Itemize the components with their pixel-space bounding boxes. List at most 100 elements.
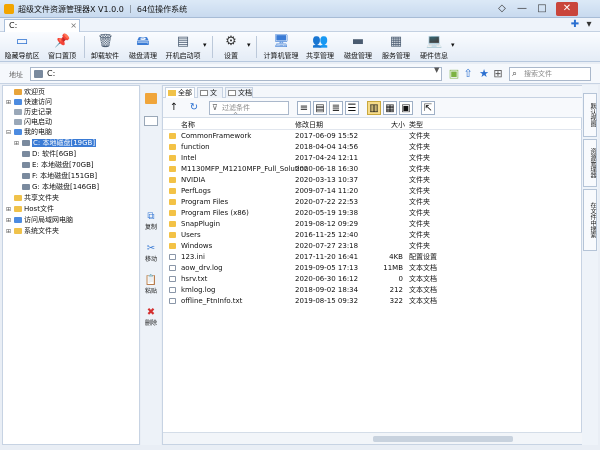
column-date[interactable]: 修改日期 — [295, 120, 323, 130]
tree-item-system-folders[interactable]: ⊞ 系统文件夹 — [6, 227, 59, 236]
file-row[interactable]: M1130MFP_M1210MFP_Full_Solution 2020-06-1… — [163, 164, 583, 175]
refresh-icon[interactable]: ↻ — [187, 101, 201, 115]
settings-button[interactable]: ⚙ 设置 — [216, 32, 246, 62]
startup-dropdown-icon[interactable]: ▾ — [203, 41, 207, 49]
up-arrow-icon[interactable]: ↑ — [167, 101, 181, 115]
settings-dropdown-icon[interactable]: ▾ — [247, 41, 251, 49]
file-row[interactable]: Program Files (x86) 2020-05-19 19:38 文件夹 — [163, 208, 583, 219]
file-type: 文件夹 — [409, 165, 430, 173]
minimize-button[interactable]: — — [514, 2, 530, 16]
tree-item-drive-d[interactable]: D: 软件[6GB] — [22, 150, 76, 159]
tree-item-quick-launch[interactable]: 闪电启动 — [6, 118, 52, 127]
horizontal-scrollbar[interactable] — [163, 432, 583, 444]
tree-item-my-computer[interactable]: ⊟ 我的电脑 — [6, 128, 52, 137]
startup-items-button[interactable]: ▤ 开机启动项 — [164, 32, 202, 62]
file-row[interactable]: aow_drv.log 2019-09-05 17:13 11MB 文本文档 — [163, 263, 583, 274]
tools-icon[interactable]: ⊞ — [492, 67, 504, 80]
file-row[interactable]: 123.ini 2017-11-20 16:41 4KB 配置设置 — [163, 252, 583, 263]
computer-management-button[interactable]: 🖥 计算机管理 — [262, 32, 300, 62]
disk-cleanup-icon: 🖴 — [136, 34, 150, 49]
move-button[interactable]: ✂ 移动 — [142, 243, 160, 263]
file-row[interactable]: Windows 2020-07-27 23:18 文件夹 — [163, 241, 583, 252]
filter-input[interactable]: ⊽ 过滤条件 — [209, 101, 289, 115]
search-input[interactable]: ⌕ 搜索文件 — [509, 67, 591, 81]
tree-item-lan-computers[interactable]: ⊞ 访问局域网电脑 — [6, 216, 73, 225]
tab-menu-icon[interactable]: ▾ — [584, 19, 594, 30]
drive-icon — [34, 70, 43, 78]
pin-address-icon[interactable]: ⇧ — [462, 67, 474, 80]
list-view-icon[interactable]: ☰ — [345, 101, 359, 115]
tree-item-shared-folders[interactable]: 共享文件夹 — [14, 194, 59, 203]
uninstall-button[interactable]: 🗑 卸载软件 — [88, 32, 122, 62]
file-row[interactable]: PerfLogs 2009-07-14 11:20 文件夹 — [163, 186, 583, 197]
folder-view-icon[interactable] — [145, 93, 157, 104]
address-dropdown-icon[interactable]: ▼ — [434, 66, 439, 74]
tree-item-host-file[interactable]: ⊞ Host文件 — [6, 205, 54, 214]
tab-close-icon[interactable]: × — [70, 20, 77, 32]
tree-item-drive-f[interactable]: F: 本地磁盘[151GB] — [22, 172, 97, 181]
side-tab-search-in-files[interactable]: 在文件中搜索 — [583, 189, 597, 251]
tab-all[interactable]: 全部 — [165, 87, 195, 98]
close-button[interactable]: ✕ — [556, 2, 578, 16]
tree-item-history[interactable]: 历史记录 — [6, 108, 52, 117]
file-row[interactable]: function 2018-04-04 14:56 文件夹 — [163, 142, 583, 153]
disk-management-button[interactable]: ▬ 磁盘管理 — [342, 32, 374, 62]
file-type-tabs: 全部 文件 文档 — [163, 86, 583, 107]
file-type: 文件夹 — [409, 132, 430, 140]
quick-access-icon — [14, 99, 22, 105]
pin-window-icon[interactable]: ◇ — [494, 2, 510, 16]
file-toolbar: ↑ ↻ ⊽ 过滤条件 ≡ ▤ ≣ ☰ ▥ ▦ ▣ ⇱ — [163, 98, 583, 118]
computer-icon — [14, 129, 22, 135]
share-management-button[interactable]: 👥 共享管理 — [304, 32, 336, 62]
add-tab-icon[interactable]: ✚ — [570, 19, 580, 30]
align-left-icon[interactable]: ≡ — [297, 101, 311, 115]
file-row[interactable]: hsrv.txt 2020-06-30 16:12 0 文本文档 — [163, 274, 583, 285]
scrollbar-thumb[interactable] — [373, 436, 513, 442]
cut-icon: ✂ — [146, 243, 156, 254]
align-center-icon[interactable]: ▤ — [313, 101, 327, 115]
open-external-icon[interactable]: ⇱ — [421, 101, 435, 115]
hide-nav-button[interactable]: ▭ 隐藏导航区 — [4, 32, 40, 62]
tree-item-welcome[interactable]: 欢迎页 — [6, 88, 45, 97]
new-folder-icon[interactable]: ▣ — [448, 67, 460, 80]
file-name: Intel — [181, 154, 197, 162]
side-tab-default-view[interactable]: 默认视图 — [583, 93, 597, 137]
preview-toggle-icon[interactable] — [144, 116, 158, 126]
hardware-info-button[interactable]: 💻 硬件信息 — [418, 32, 450, 62]
copy-button[interactable]: ⧉ 复制 — [142, 211, 160, 231]
address-input[interactable]: C: — [30, 67, 442, 81]
paste-button[interactable]: 📋 粘贴 — [142, 275, 160, 295]
tiles-view-icon[interactable]: ▦ — [383, 101, 397, 115]
file-row[interactable]: CommonFramework 2017-06-09 15:52 文件夹 — [163, 131, 583, 142]
column-size[interactable]: 大小 — [391, 120, 405, 130]
file-row[interactable]: NVIDIA 2020-03-13 10:37 文件夹 — [163, 175, 583, 186]
tab-documents[interactable]: 文档 — [225, 87, 253, 98]
column-name[interactable]: 名称 — [181, 120, 195, 130]
favorite-star-icon[interactable]: ★ — [478, 67, 490, 80]
delete-button[interactable]: ✖ 删除 — [142, 307, 160, 327]
column-type[interactable]: 类型 — [409, 120, 423, 130]
tab-files[interactable]: 文件 — [197, 87, 223, 107]
tree-item-drive-g[interactable]: G: 本地磁盘[146GB] — [22, 183, 99, 192]
disk-cleanup-button[interactable]: 🖴 磁盘清理 — [126, 32, 160, 62]
maximize-button[interactable]: □ — [534, 2, 550, 16]
file-name: function — [181, 143, 210, 151]
details-view-icon[interactable]: ▥ — [367, 101, 381, 115]
tree-item-quick-access[interactable]: ⊞ 快速访问 — [6, 98, 52, 107]
tab-c-drive[interactable]: C: × — [4, 19, 80, 32]
file-name: Users — [181, 231, 201, 239]
file-row[interactable]: Intel 2017-04-24 12:11 文件夹 — [163, 153, 583, 164]
service-management-button[interactable]: ▦ 服务管理 — [380, 32, 412, 62]
file-row[interactable]: kmlog.log 2018-09-02 18:34 212 文本文档 — [163, 285, 583, 296]
file-row[interactable]: offline_FtnInfo.txt 2019-08-15 09:32 322 文本… — [163, 296, 583, 307]
tree-item-drive-e[interactable]: E: 本地磁盘[70GB] — [22, 161, 94, 170]
side-tab-explorer[interactable]: 资源管理器 — [583, 139, 597, 187]
pin-top-button[interactable]: 📌 窗口置顶 — [44, 32, 80, 62]
file-row[interactable]: SnapPlugin 2019-08-12 09:29 文件夹 — [163, 219, 583, 230]
hardware-dropdown-icon[interactable]: ▾ — [451, 41, 455, 49]
align-right-icon[interactable]: ≣ — [329, 101, 343, 115]
file-row[interactable]: Program Files 2020-07-22 22:53 文件夹 — [163, 197, 583, 208]
preview-pane-icon[interactable]: ▣ — [399, 101, 413, 115]
tree-item-drive-c[interactable]: ⊞ C: 本地磁盘[19GB] — [14, 139, 97, 148]
file-row[interactable]: Users 2016-11-25 12:40 文件夹 — [163, 230, 583, 241]
